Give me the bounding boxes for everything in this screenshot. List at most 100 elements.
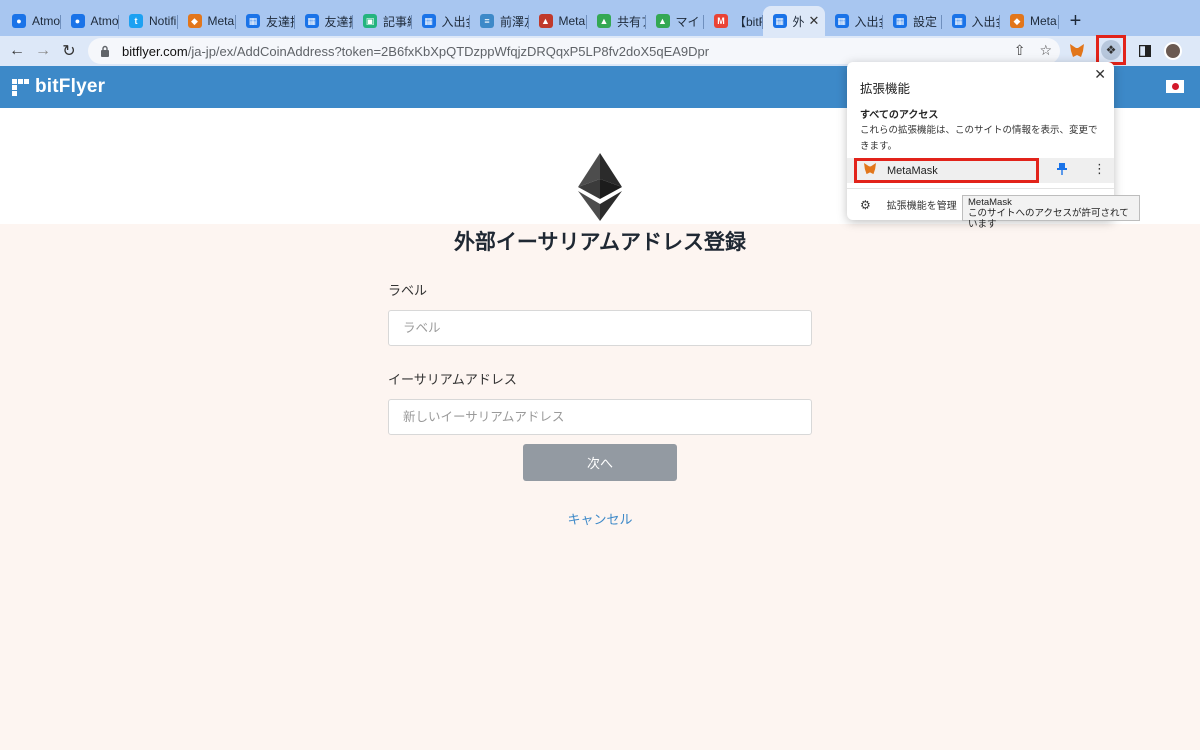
- tab-label: 共有ア: [617, 14, 646, 29]
- menu-kebab-icon[interactable]: ⋮: [1190, 40, 1200, 62]
- cancel-link-label[interactable]: キャンセル: [567, 512, 632, 527]
- puzzle-icon: ❖: [1101, 40, 1121, 60]
- tab-label: Meta: [1030, 14, 1057, 28]
- close-icon[interactable]: ✕: [1094, 66, 1106, 83]
- tab-favicon-icon: ●: [12, 14, 26, 28]
- tab-label: Notifi: [149, 14, 177, 28]
- popup-title: 拡張機能: [860, 82, 911, 96]
- tab-favicon-icon: ▦: [421, 14, 436, 28]
- tab-favicon-icon: ▦: [951, 14, 966, 28]
- address-form: ラベル イーサリアムアドレス: [388, 280, 812, 435]
- tab-label: 友達招: [266, 14, 295, 29]
- browser-tab[interactable]: ▦ 外 ✕: [762, 6, 825, 36]
- browser-tab[interactable]: ▲ Meta: [529, 6, 588, 36]
- site-logo[interactable]: bitFlyer: [35, 76, 105, 98]
- label-field-label: ラベル: [388, 283, 428, 298]
- lock-icon: [101, 45, 109, 57]
- tab-favicon-icon: ▦: [304, 14, 319, 28]
- tab-label: 入出金: [441, 14, 471, 29]
- extensions-button[interactable]: ❖: [1096, 35, 1126, 65]
- tab-label: 入出金: [971, 14, 1001, 29]
- back-button[interactable]: ←: [4, 38, 30, 64]
- extension-name: MetaMask: [887, 164, 938, 177]
- tab-label: 記事編: [383, 14, 412, 29]
- label-input[interactable]: [388, 310, 812, 346]
- side-panel-icon[interactable]: [1134, 40, 1156, 62]
- browser-tab[interactable]: ◆ Meta: [178, 6, 237, 36]
- browser-tab[interactable]: ● Atmo: [2, 6, 61, 36]
- tab-favicon-icon: ▦: [893, 14, 907, 28]
- tab-favicon-icon: ◆: [187, 14, 202, 28]
- tab-strip: ●Atmo●AtmotNotifi◆Meta▦友達招▦友達招▣記事編▦入出金≡前…: [0, 0, 1200, 36]
- manage-extensions-label: 拡張機能を管理: [886, 201, 957, 212]
- tab-favicon-icon: ▲: [597, 14, 611, 28]
- tab-label: 【bitF: [734, 14, 763, 29]
- tab-label: Meta: [207, 14, 235, 28]
- metamask-fox-icon: [863, 163, 877, 178]
- browser-tab[interactable]: ● Atmo: [61, 6, 120, 36]
- tooltip-desc: このサイトへのアクセスが許可されています: [968, 208, 1129, 230]
- next-button[interactable]: 次へ: [523, 444, 677, 481]
- tab-favicon-icon: ▦: [246, 14, 260, 28]
- forward-button[interactable]: →: [30, 38, 56, 64]
- tab-label: 入出金: [854, 14, 884, 29]
- tab-label: Atmo: [90, 14, 119, 28]
- tab-label: 友達招: [324, 14, 354, 29]
- browser-tab[interactable]: ▲ マイド: [646, 6, 705, 36]
- popup-section-title: すべてのアクセス: [860, 110, 939, 121]
- tab-favicon-icon: ◆: [1010, 14, 1024, 28]
- tab-label: 設定 |: [913, 14, 942, 29]
- new-tab-button[interactable]: +: [1059, 6, 1093, 36]
- profile-avatar[interactable]: [1164, 42, 1182, 60]
- tab-favicon-icon: ▲: [655, 14, 670, 28]
- tab-favicon-icon: ▦: [834, 14, 849, 28]
- popup-divider: [847, 188, 1114, 189]
- tab-close-icon[interactable]: ✕: [809, 13, 820, 29]
- address-bar[interactable]: bitflyer.com/ja-jp/ex/AddCoinAddress?tok…: [88, 38, 1060, 64]
- browser-tab[interactable]: ◆ Meta: [1000, 6, 1059, 36]
- tooltip-title: MetaMask: [968, 197, 1012, 208]
- manage-extensions-button[interactable]: ⚙ 拡張機能を管理: [860, 197, 957, 213]
- pin-icon[interactable]: [1057, 163, 1067, 178]
- tab-favicon-icon: M: [714, 14, 728, 28]
- browser-tab[interactable]: ▣ 記事編: [353, 6, 412, 36]
- page-title: 外部イーサリアムアドレス登録: [453, 231, 747, 254]
- browser-tab[interactable]: ▦ 設定 |: [883, 6, 942, 36]
- popup-section-desc: これらの拡張機能は、このサイトの情報を表示、変更できます。: [860, 125, 1098, 152]
- tab-label: 前澤友: [500, 14, 529, 29]
- tab-favicon-icon: ▲: [538, 14, 553, 28]
- browser-tab[interactable]: ▲ 共有ア: [587, 6, 646, 36]
- tab-favicon-icon: ≡: [480, 14, 494, 28]
- browser-tab[interactable]: ▦ 入出金: [942, 6, 1001, 36]
- browser-tab[interactable]: ▦ 友達招: [236, 6, 295, 36]
- metamask-fox-icon[interactable]: [1066, 40, 1088, 62]
- browser-tab[interactable]: ▦ 入出金: [412, 6, 471, 36]
- reload-button[interactable]: ↻: [56, 38, 82, 64]
- url-host: bitflyer.com: [122, 43, 188, 59]
- ethereum-address-input[interactable]: [388, 399, 812, 435]
- tab-label: 外: [792, 14, 805, 29]
- tab-label: マイド: [675, 14, 705, 29]
- browser-tab[interactable]: ≡ 前澤友: [470, 6, 529, 36]
- ethereum-logo-icon: [578, 153, 622, 221]
- japan-flag-icon[interactable]: [1166, 80, 1184, 93]
- cancel-link[interactable]: キャンセル: [0, 509, 1200, 528]
- bitflyer-logo-icon[interactable]: [12, 78, 29, 96]
- address-field-label: イーサリアムアドレス: [388, 372, 517, 387]
- tab-favicon-icon: ▣: [363, 14, 377, 28]
- tab-favicon-icon: ▦: [772, 14, 787, 28]
- tab-favicon-icon: ●: [70, 14, 85, 28]
- browser-tab[interactable]: M 【bitF: [704, 6, 763, 36]
- extension-options-icon[interactable]: ⋮: [1093, 161, 1106, 177]
- tab-label: Meta: [558, 14, 586, 28]
- extension-item-metamask[interactable]: MetaMask: [854, 158, 1039, 183]
- browser-tab[interactable]: ▦ 入出金: [825, 6, 884, 36]
- bookmark-star-icon[interactable]: ☆: [1039, 42, 1052, 59]
- share-icon[interactable]: ⇧: [1014, 42, 1026, 59]
- tab-favicon-icon: t: [129, 14, 143, 28]
- extension-tooltip: MetaMask このサイトへのアクセスが許可されています: [962, 195, 1140, 230]
- url-path: /ja-jp/ex/AddCoinAddress?token=2B6fxKbXp…: [187, 43, 710, 59]
- browser-tab[interactable]: t Notifi: [119, 6, 178, 36]
- gear-icon: ⚙: [860, 197, 871, 212]
- browser-tab[interactable]: ▦ 友達招: [295, 6, 354, 36]
